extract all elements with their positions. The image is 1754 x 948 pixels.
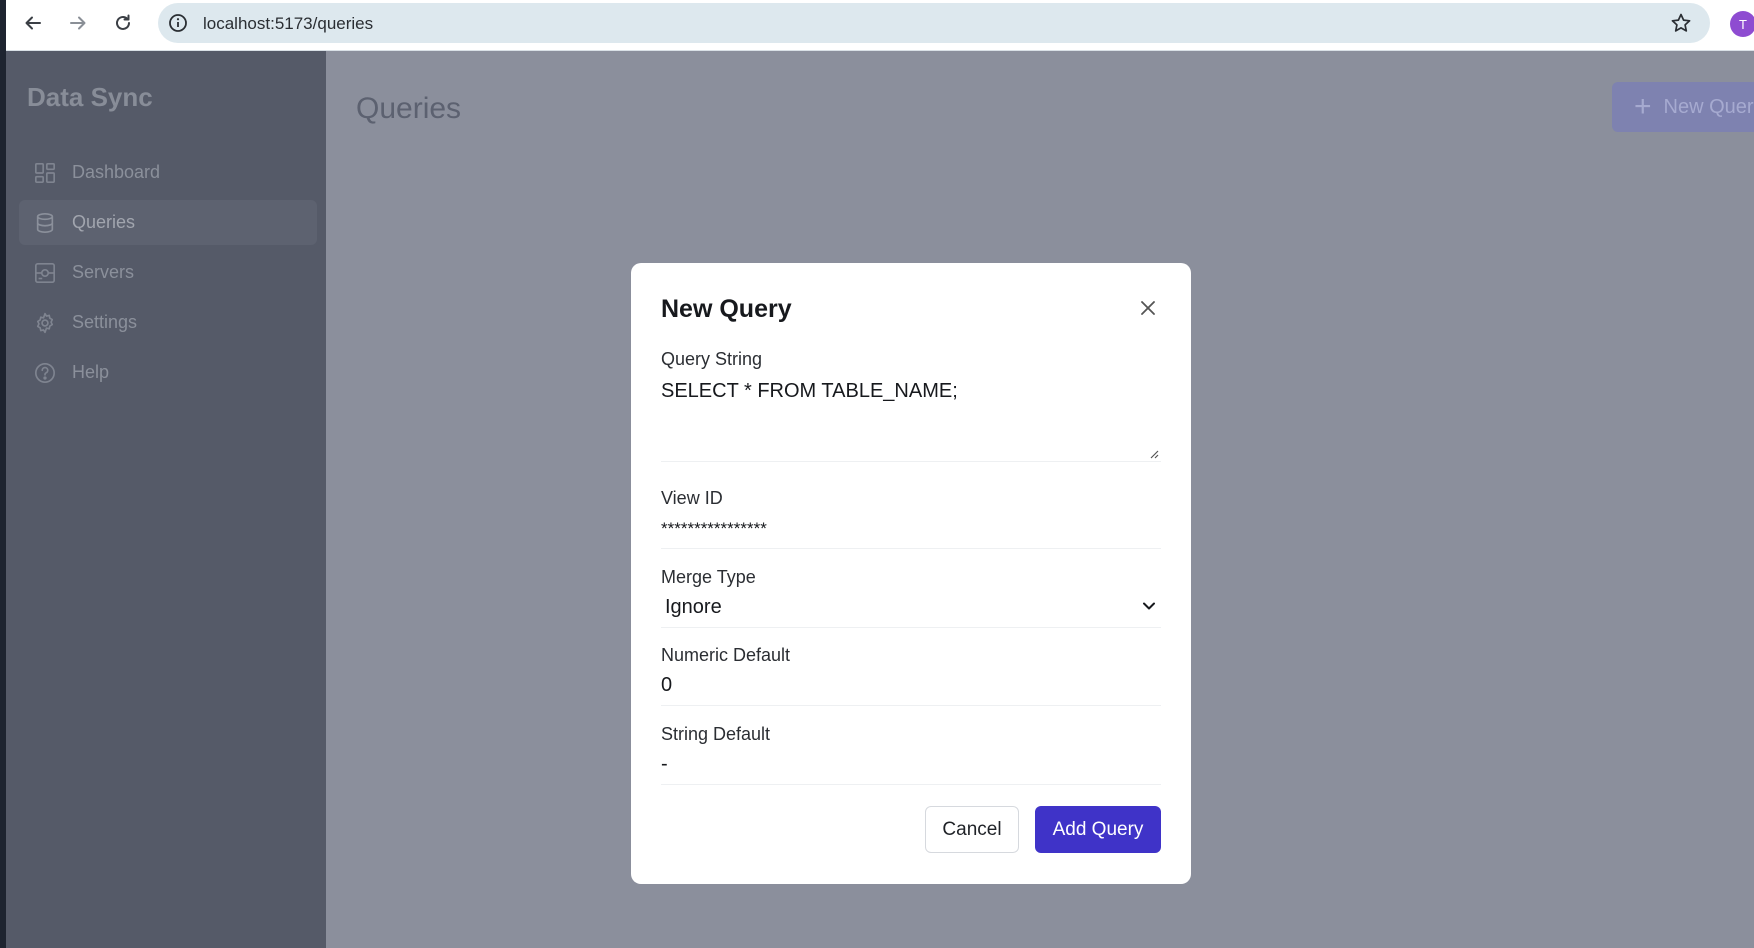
sidebar-item-label: Dashboard [72, 162, 161, 182]
site-info-icon[interactable] [166, 11, 190, 35]
dashboard-icon [33, 161, 57, 185]
database-icon [33, 211, 57, 235]
sidebar-item-settings[interactable]: Settings [19, 300, 317, 345]
string-default-input[interactable]: - [661, 749, 1161, 785]
numeric-default-input[interactable]: 0 [661, 670, 1161, 706]
plus-icon: + [1634, 90, 1652, 123]
numeric-default-value: 0 [661, 674, 673, 696]
back-icon[interactable] [18, 8, 48, 38]
query-string-label: Query String [661, 349, 763, 369]
merge-type-label: Merge Type [661, 567, 756, 587]
merge-type-select[interactable]: Ignore [661, 592, 1161, 628]
help-icon [33, 361, 57, 385]
string-default-value: - [661, 753, 668, 775]
chevron-down-icon [1143, 602, 1155, 610]
query-string-value: SELECT * FROM TABLE_NAME; [661, 380, 958, 402]
resize-handle-icon[interactable] [1149, 449, 1159, 459]
sidebar: Data Sync Dashboard Queries Servers Sett… [6, 51, 326, 948]
reload-icon[interactable] [108, 8, 138, 38]
url-text[interactable]: localhost:5173/queries [203, 14, 373, 34]
gear-icon [33, 311, 57, 335]
new-query-button[interactable]: + New Quer [1612, 82, 1754, 132]
app-brand: Data Sync [27, 82, 153, 112]
view-id-input[interactable]: **************** [661, 513, 1161, 549]
browser-toolbar: localhost:5173/queries T [0, 0, 1754, 51]
sidebar-item-servers[interactable]: Servers [19, 250, 317, 295]
new-query-dialog: New Query Query String SELECT * FROM TAB… [631, 263, 1191, 884]
sidebar-item-queries[interactable]: Queries [19, 200, 317, 245]
forward-icon[interactable] [63, 8, 93, 38]
server-icon [33, 261, 57, 285]
window-edge [0, 0, 6, 948]
address-bar[interactable]: localhost:5173/queries [158, 3, 1710, 43]
sidebar-item-help[interactable]: Help [19, 350, 317, 395]
new-query-button-label: New Quer [1663, 95, 1754, 118]
add-query-button[interactable]: Add Query [1035, 806, 1161, 853]
cancel-button[interactable]: Cancel [925, 806, 1019, 853]
view-id-value: **************** [661, 519, 767, 538]
merge-type-value: Ignore [665, 596, 722, 618]
sidebar-item-label: Queries [72, 212, 136, 232]
dialog-title: New Query [661, 295, 792, 323]
numeric-default-label: Numeric Default [661, 645, 791, 665]
sidebar-item-dashboard[interactable]: Dashboard [19, 150, 317, 195]
bookmark-star-icon[interactable] [1670, 12, 1692, 34]
sidebar-item-label: Settings [72, 312, 138, 332]
sidebar-item-label: Help [72, 362, 110, 382]
query-string-textarea[interactable]: SELECT * FROM TABLE_NAME; [661, 376, 1161, 462]
page-title: Queries [356, 92, 462, 125]
close-icon[interactable] [1135, 295, 1161, 321]
string-default-label: String Default [661, 724, 771, 744]
sidebar-item-label: Servers [72, 262, 135, 282]
view-id-label: View ID [661, 488, 723, 508]
profile-avatar[interactable]: T [1730, 11, 1754, 37]
